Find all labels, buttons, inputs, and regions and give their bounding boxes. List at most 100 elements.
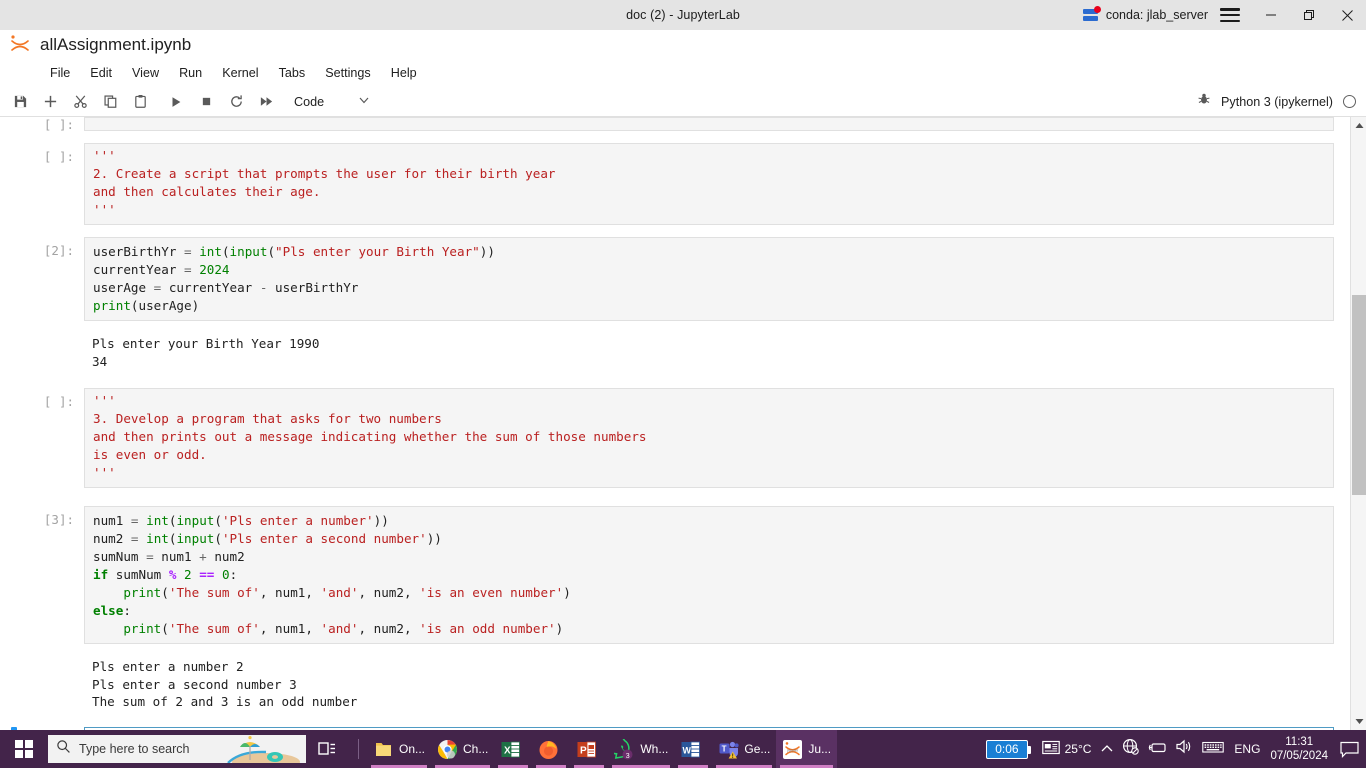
task-view-button[interactable] [306,730,350,768]
kernel-name-label[interactable]: Python 3 (ipykernel) [1221,95,1333,109]
jupyter-logo-icon [8,33,32,57]
taskbar-app-onedrive[interactable]: On... [367,730,431,768]
cell-output: Pls enter a number 2 Pls enter a second … [84,654,1334,715]
output-prompt-spacer [0,331,84,352]
notebook-panel[interactable]: [ ]: [ ]: ''' 2. Create a script that pr… [0,117,1350,730]
document-title-row: allAssignment.ipynb [0,30,1366,60]
scroll-up-icon[interactable] [1351,117,1366,134]
speaker-icon[interactable] [1175,739,1193,759]
cell-source-line: print(userAge) [93,298,200,313]
cell-input[interactable]: ''' 3. Develop a program that asks for t… [84,388,1334,488]
copy-icon[interactable] [96,89,124,115]
refresh-icon[interactable] [222,89,250,115]
taskbar-app-powerpoint[interactable]: P [570,730,608,768]
cell-type-select[interactable]: Code [290,92,374,111]
keyboard-icon[interactable] [1202,740,1225,759]
clock-time: 11:31 [1285,736,1314,748]
device-icon[interactable] [1148,740,1167,759]
chevron-down-icon [358,94,370,109]
menu-tabs[interactable]: Tabs [269,63,316,83]
notebook-cell[interactable]: [3]: num1 = int(input('Pls enter a numbe… [0,506,1350,644]
conda-env-label: conda: jlab_server [1105,8,1208,22]
globe-no-internet-icon[interactable] [1122,738,1140,760]
output-line: Pls enter a second number 3 [92,676,297,692]
cell-source-line: ''' [93,202,116,217]
cell-output-wrapper: Pls enter your Birth Year 1990 34 [0,331,1350,374]
scroll-down-icon[interactable] [1351,713,1366,730]
cell-type-value: Code [294,94,325,109]
windows-taskbar: Type here to search On... Ch... X P 3 Wh… [0,730,1366,768]
clock-widget[interactable]: 11:31 07/05/2024 [1270,735,1328,763]
server-icon [1082,5,1101,23]
news-icon [1041,740,1060,758]
show-hidden-icons-chevron-up-icon[interactable] [1101,740,1113,758]
close-button[interactable] [1328,0,1366,30]
cell-input[interactable] [84,117,1334,131]
svg-text:P: P [580,745,587,756]
menu-settings[interactable]: Settings [315,63,381,83]
app-menu-icon[interactable] [1220,8,1240,22]
menu-edit[interactable]: Edit [80,63,122,83]
taskbar-app-firefox[interactable] [532,730,570,768]
taskbar-app-chrome[interactable]: Ch... [431,730,494,768]
desktop-root: doc (2) - JupyterLab conda: jlab_server [0,0,1366,768]
notebook-cell[interactable]: [ ]: ''' 3. Develop a program that asks … [0,388,1350,488]
plus-icon[interactable] [36,89,64,115]
cell-output: Pls enter your Birth Year 1990 34 [84,331,1334,374]
notebook-cell[interactable]: [ ]: ''' 2. Create a script that prompts… [0,143,1350,225]
weather-widget[interactable]: 25°C [1041,740,1091,758]
taskbar-app-jupyter[interactable]: jupyter Ju... [776,730,838,768]
stop-icon[interactable] [192,89,220,115]
notification-icon[interactable] [1338,738,1360,760]
cell-prompt: [3]: [43,512,74,527]
menu-run[interactable]: Run [169,63,212,83]
save-icon[interactable] [6,89,34,115]
scrollbar-thumb[interactable] [1352,295,1366,495]
maximize-button[interactable] [1290,0,1328,30]
cell-input[interactable]: num1 = int(input('Pls enter a number')) … [84,506,1334,644]
paste-icon[interactable] [126,89,154,115]
notebook-cell[interactable]: [ ]: [0,117,1350,131]
scissors-icon[interactable] [66,89,94,115]
chrome-icon [437,739,458,760]
window-title: doc (2) - JupyterLab [626,8,740,22]
bug-icon[interactable] [1197,92,1211,111]
svg-text:T: T [722,744,727,753]
cell-source-line: num1 = int(input('Pls enter a number')) [93,513,389,528]
taskbar-app-label: On... [399,742,426,756]
taskbar-app-teams[interactable]: T ! Ge... [712,730,776,768]
cell-prompt: [ ]: [43,117,74,131]
svg-text:X: X [504,745,511,756]
taskbar-app-word[interactable]: W [674,730,712,768]
page-title: allAssignment.ipynb [40,35,192,54]
search-icon [56,739,71,759]
battery-indicator[interactable]: 0:06 [986,739,1031,759]
cell-source-line: 2. Create a script that prompts the user… [93,166,556,181]
cell-source-line: ''' [93,465,116,480]
cell-input[interactable]: ''' 2. Create a script that prompts the … [84,143,1334,225]
fast-forward-icon[interactable] [252,89,280,115]
output-prompt-spacer [0,654,84,675]
search-illustration [214,735,306,763]
language-indicator[interactable]: ENG [1234,742,1260,756]
start-button[interactable] [0,730,48,768]
cell-source-line: ''' [93,393,116,408]
taskbar-app-whatsapp[interactable]: 3 Wh... [607,730,674,768]
search-input[interactable]: Type here to search [48,735,306,763]
minimize-button[interactable] [1252,0,1290,30]
menu-file[interactable]: File [40,63,80,83]
menu-view[interactable]: View [122,63,169,83]
clock-date: 07/05/2024 [1270,750,1328,762]
notebook-cell[interactable]: [2]: userBirthYr = int(input("Pls enter … [0,237,1350,321]
taskbar-app-excel[interactable]: X [494,730,532,768]
play-icon[interactable] [162,89,190,115]
cell-source-line: print('The sum of', num1, 'and', num2, '… [123,585,571,600]
teams-icon: T ! [718,739,739,760]
notebook-scrollbar[interactable] [1350,117,1366,730]
menu-kernel[interactable]: Kernel [212,63,268,83]
cell-input[interactable]: userBirthYr = int(input("Pls enter your … [84,237,1334,321]
taskbar-divider [358,739,359,759]
menu-help[interactable]: Help [381,63,427,83]
output-line: 34 [92,353,108,369]
cell-prompt: [ ]: [43,394,74,409]
